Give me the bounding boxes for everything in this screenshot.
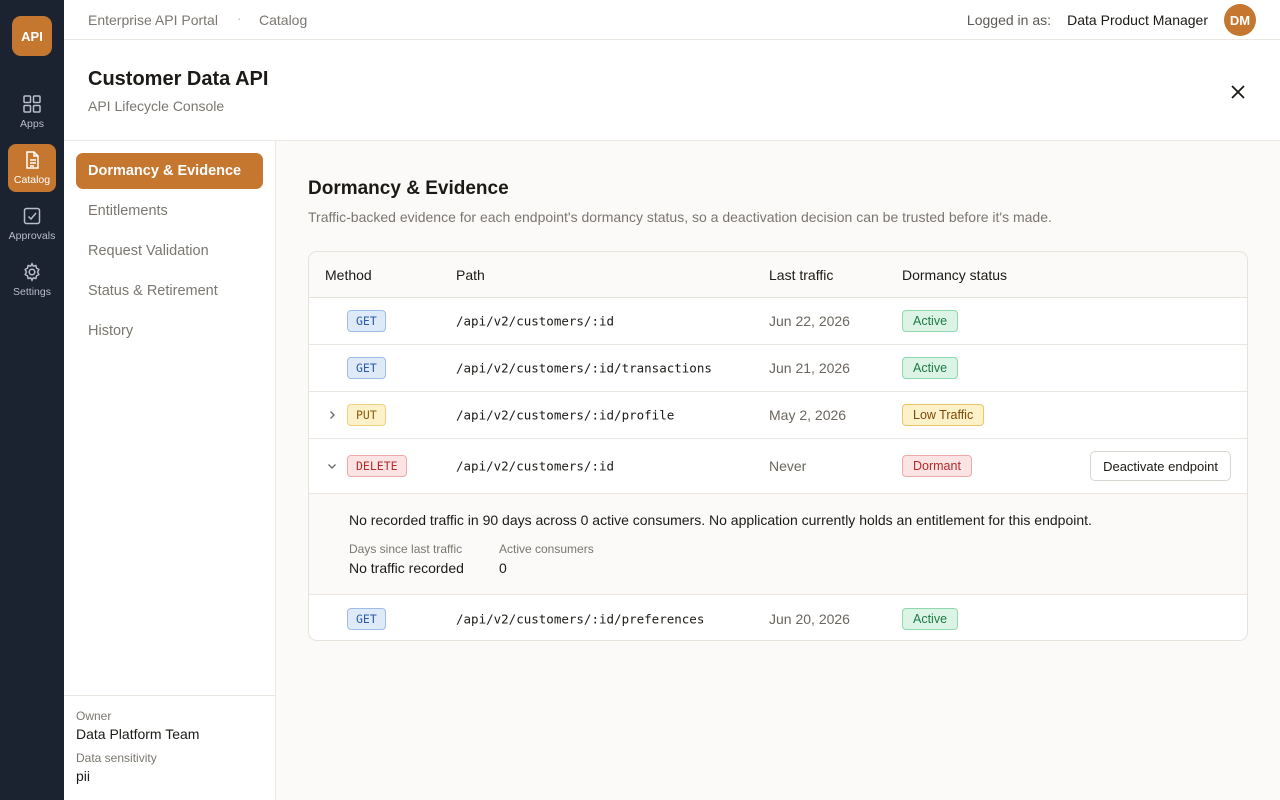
chevron-right-icon[interactable] xyxy=(325,408,339,422)
logged-in-label: Logged in as: xyxy=(966,12,1051,28)
active-consumers: Active consumers 0 xyxy=(499,542,594,576)
method-badge: GET xyxy=(347,357,386,379)
top-bar: Enterprise API Portal · Catalog Logged i… xyxy=(64,0,1280,40)
column-dormancy-status: Dormancy status xyxy=(902,267,1008,283)
rail-item-label: Apps xyxy=(20,118,44,130)
table-row[interactable]: GET /api/v2/customers/:id/preferences Ju… xyxy=(309,595,1247,640)
logged-in-user: Data Product Manager xyxy=(1067,12,1208,28)
endpoint-path: /api/v2/customers/:id xyxy=(456,458,615,474)
last-traffic: Jun 21, 2026 xyxy=(769,360,850,376)
table-header: Method Path Last traffic Dormancy status xyxy=(309,252,1247,298)
avatar[interactable]: DM xyxy=(1224,4,1256,36)
evidence-summary: No recorded traffic in 90 days across 0 … xyxy=(349,512,1092,528)
api-header: Customer Data API API Lifecycle Console xyxy=(64,40,1280,141)
days-since-traffic: Days since last traffic No traffic recor… xyxy=(349,542,464,576)
nav-item-request-validation[interactable]: Request Validation xyxy=(76,233,263,269)
table-row[interactable]: GET /api/v2/customers/:id/transactions J… xyxy=(309,345,1247,392)
close-button[interactable] xyxy=(1226,80,1250,104)
table-row[interactable]: DELETE /api/v2/customers/:id Never Dorma… xyxy=(309,439,1247,494)
section-description: Traffic-backed evidence for each endpoin… xyxy=(308,209,1052,225)
status-badge: Active xyxy=(902,607,959,630)
deactivate-endpoint-button[interactable]: Deactivate endpoint xyxy=(1090,451,1231,481)
row-detail-panel: No recorded traffic in 90 days across 0 … xyxy=(309,494,1247,595)
nav-item-history[interactable]: History xyxy=(76,313,263,349)
status-badge: Low Traffic xyxy=(902,404,985,426)
breadcrumb-portal[interactable]: Enterprise API Portal xyxy=(88,12,218,28)
close-icon xyxy=(1231,85,1245,99)
sensitivity-label: Data sensitivity xyxy=(76,751,157,765)
method-badge: GET xyxy=(347,607,386,630)
days-since-label: Days since last traffic xyxy=(349,542,463,556)
chevron-down-icon[interactable] xyxy=(325,459,339,473)
rail-item-label: Settings xyxy=(13,286,51,298)
grid-icon xyxy=(23,95,41,113)
check-square-icon xyxy=(23,207,41,225)
page-title: Customer Data API xyxy=(88,68,269,90)
endpoint-path: /api/v2/customers/:id xyxy=(456,313,615,329)
last-traffic: Jun 20, 2026 xyxy=(769,610,850,627)
method-badge: DELETE xyxy=(347,455,407,477)
active-consumers-value: 0 xyxy=(499,560,507,576)
owner-value: Data Platform Team xyxy=(76,726,200,742)
column-last-traffic: Last traffic xyxy=(769,267,834,283)
last-traffic: Never xyxy=(769,458,807,474)
rail-item-settings[interactable]: Settings xyxy=(8,256,56,304)
status-badge: Dormant xyxy=(902,455,972,477)
app-logo[interactable]: API xyxy=(12,16,52,56)
document-icon xyxy=(26,151,39,169)
method-badge: GET xyxy=(347,310,386,332)
section-title: Dormancy & Evidence xyxy=(308,178,509,199)
owner-label: Owner xyxy=(76,709,112,723)
last-traffic: Jun 22, 2026 xyxy=(769,313,850,329)
app-rail: API Apps Catalog Approvals Settings xyxy=(0,0,64,800)
rail-item-catalog[interactable]: Catalog xyxy=(8,144,56,192)
days-since-value: No traffic recorded xyxy=(349,560,464,576)
status-badge: Active xyxy=(902,310,959,332)
breadcrumb-catalog[interactable]: Catalog xyxy=(259,12,307,28)
endpoint-path: /api/v2/customers/:id/preferences xyxy=(456,611,705,626)
endpoint-path: /api/v2/customers/:id/profile xyxy=(456,407,675,423)
gear-icon xyxy=(24,262,40,282)
rail-item-approvals[interactable]: Approvals xyxy=(8,200,56,248)
page-subtitle: API Lifecycle Console xyxy=(88,98,225,114)
column-method: Method xyxy=(325,267,372,283)
column-path: Path xyxy=(456,267,485,283)
active-consumers-label: Active consumers xyxy=(499,542,594,556)
nav-item-status-retirement[interactable]: Status & Retirement xyxy=(76,273,263,309)
main-content: Dormancy & Evidence Traffic-backed evide… xyxy=(276,141,1280,800)
section-nav: Dormancy & Evidence Entitlements Request… xyxy=(64,141,276,800)
method-badge: PUT xyxy=(347,404,386,426)
table-row[interactable]: PUT /api/v2/customers/:id/profile May 2,… xyxy=(309,392,1247,439)
endpoint-table: Method Path Last traffic Dormancy status… xyxy=(308,251,1248,641)
rail-item-label: Approvals xyxy=(8,230,56,242)
sensitivity-value: pii xyxy=(76,768,91,784)
status-badge: Active xyxy=(902,357,959,379)
nav-item-entitlements[interactable]: Entitlements xyxy=(76,193,263,229)
table-row[interactable]: GET /api/v2/customers/:id Jun 22, 2026 A… xyxy=(309,298,1247,345)
rail-item-apps[interactable]: Apps xyxy=(8,88,56,136)
breadcrumb-separator: · xyxy=(237,10,242,26)
rail-item-label: Catalog xyxy=(13,174,51,186)
api-metadata: Owner Data Platform Team Data sensitivit… xyxy=(64,695,275,800)
endpoint-path: /api/v2/customers/:id/transactions xyxy=(456,360,712,376)
last-traffic: May 2, 2026 xyxy=(769,407,847,423)
nav-item-dormancy[interactable]: Dormancy & Evidence xyxy=(76,153,263,189)
